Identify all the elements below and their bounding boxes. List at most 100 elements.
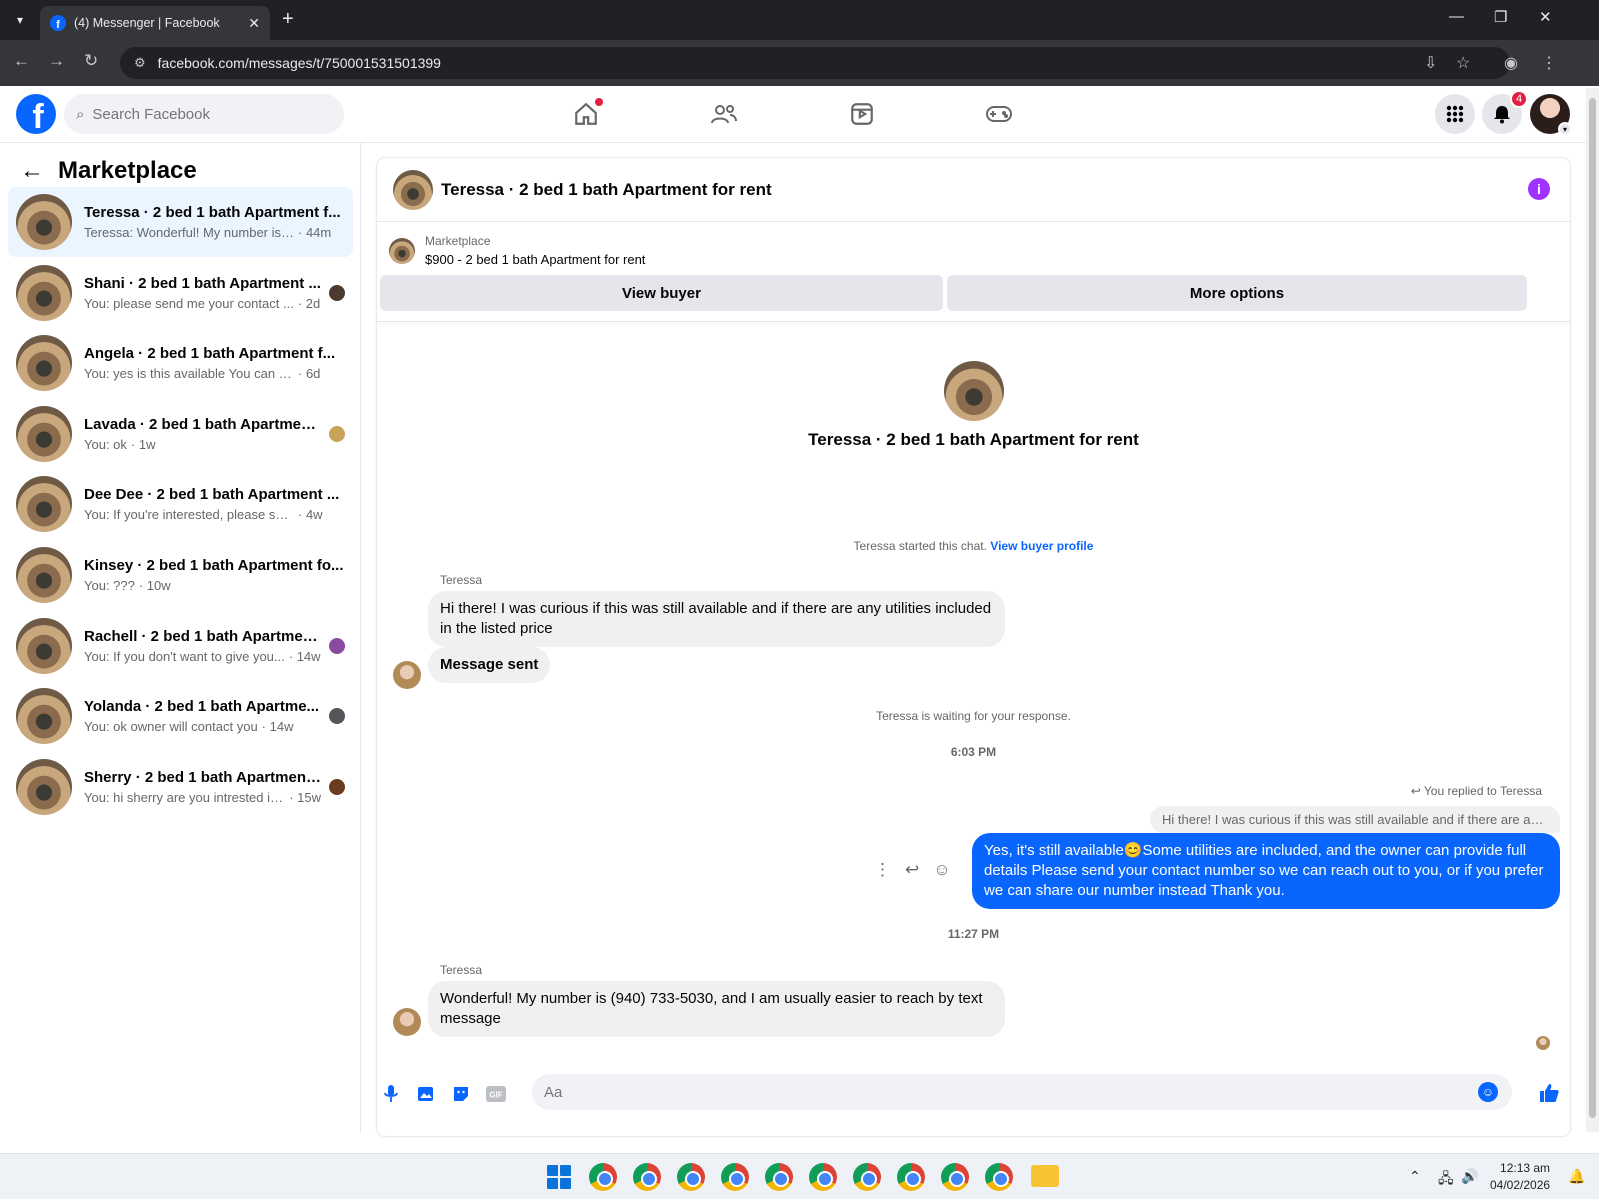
conversation-item[interactable]: Yolanda · 2 bed 1 bath Apartme... You: ok… <box>8 681 353 751</box>
conversation-snippet: You: yes is this available You can cont.… <box>84 366 294 382</box>
conversation-item[interactable]: Kinsey · 2 bed 1 bath Apartment fo... You… <box>8 540 353 610</box>
listing-thumbnail <box>16 405 72 462</box>
install-app-icon[interactable]: ⇩ <box>1424 53 1437 73</box>
tab-close-icon[interactable]: ✕ <box>248 15 260 32</box>
conversation-snippet: You: ok owner will contact you <box>84 719 258 735</box>
outgoing-message[interactable]: Yes, it's still available😊Some utilities… <box>972 833 1560 909</box>
chrome-taskbar-icon[interactable] <box>809 1163 837 1191</box>
search-box[interactable]: ⌕ <box>64 94 344 134</box>
home-icon[interactable] <box>569 98 603 130</box>
chrome-taskbar-icon[interactable] <box>765 1163 793 1191</box>
bookmark-star-icon[interactable]: ☆ <box>1456 53 1470 73</box>
listing-thumbnail[interactable] <box>393 169 433 210</box>
view-buyer-button[interactable]: View buyer <box>380 275 943 311</box>
incoming-message[interactable]: Hi there! I was curious if this was stil… <box>428 591 1005 647</box>
network-icon[interactable]: 🖧 <box>1438 1168 1454 1192</box>
video-icon[interactable] <box>845 98 879 130</box>
incoming-message[interactable]: Wonderful! My number is (940) 733-5030, … <box>428 981 1005 1037</box>
page-scrollbar[interactable] <box>1586 88 1599 1132</box>
chrome-taskbar-icon[interactable] <box>897 1163 925 1191</box>
reply-arrow-icon: ↩ <box>1410 784 1424 798</box>
notification-center-icon[interactable]: 🔔 <box>1568 1168 1585 1185</box>
emoji-icon[interactable]: ☺ <box>1478 1082 1498 1102</box>
listing-thumbnail <box>16 264 72 321</box>
conversation-item[interactable]: Dee Dee · 2 bed 1 bath Apartment ... You:… <box>8 469 353 539</box>
chrome-taskbar-icon[interactable] <box>677 1163 705 1191</box>
chrome-taskbar-icon[interactable] <box>633 1163 661 1191</box>
chrome-taskbar-icon[interactable] <box>985 1163 1013 1191</box>
listing-thumbnail <box>16 194 72 250</box>
forward-icon[interactable]: → <box>48 51 65 71</box>
tray-overflow-icon[interactable]: ⌃ <box>1409 1168 1421 1185</box>
windows-start-icon[interactable] <box>547 1165 571 1189</box>
restore-icon[interactable]: ❐ <box>1494 8 1507 26</box>
file-explorer-icon[interactable] <box>1031 1165 1059 1187</box>
back-arrow-icon[interactable]: ← <box>20 157 44 185</box>
volume-icon[interactable]: 🔊 <box>1461 1168 1478 1185</box>
more-options-button[interactable]: More options <box>947 275 1527 311</box>
marketplace-listing-row[interactable]: Marketplace $900 - 2 bed 1 bath Apartmen… <box>389 234 645 267</box>
home-notification-dot <box>595 98 603 106</box>
microphone-icon[interactable] <box>381 1084 401 1104</box>
photo-icon[interactable] <box>416 1084 436 1104</box>
gif-icon[interactable]: GIF <box>486 1084 506 1104</box>
timestamp: 6:03 PM <box>950 745 997 759</box>
reply-icon[interactable]: ↩ <box>905 860 919 880</box>
gaming-icon[interactable] <box>982 98 1016 130</box>
tab-list-button[interactable]: ▾ <box>8 8 32 32</box>
back-icon[interactable]: ← <box>13 51 30 71</box>
like-thumbs-up-icon[interactable] <box>1538 1082 1560 1110</box>
friends-icon[interactable] <box>707 98 741 130</box>
conversation-item[interactable]: Angela · 2 bed 1 bath Apartment f... You:… <box>8 328 353 398</box>
listing-thumbnail <box>16 688 72 745</box>
account-avatar[interactable]: ▾ <box>1530 94 1572 136</box>
chrome-taskbar-icon[interactable] <box>721 1163 749 1191</box>
chrome-taskbar-icon[interactable] <box>853 1163 881 1191</box>
conversation-name: Dee Dee · 2 bed 1 bath Apartment ... <box>84 486 340 504</box>
minimize-icon[interactable]: — <box>1449 8 1464 25</box>
conversation-item[interactable]: Teressa · 2 bed 1 bath Apartment f... Ter… <box>8 187 353 257</box>
conversation-time: · 10w <box>138 578 171 593</box>
profile-icon[interactable]: ◉ <box>1504 53 1518 73</box>
reload-icon[interactable]: ↻ <box>84 51 98 71</box>
chrome-taskbar-icon[interactable] <box>941 1163 969 1191</box>
conversation-item[interactable]: Shani · 2 bed 1 bath Apartment ... You: p… <box>8 258 353 328</box>
sender-avatar[interactable] <box>393 661 421 689</box>
search-input[interactable] <box>92 105 313 123</box>
browser-menu-icon[interactable]: ⋮ <box>1541 53 1557 73</box>
seen-avatar <box>329 284 345 301</box>
reply-label-text: You replied to Teressa <box>1423 784 1542 798</box>
intro-listing-avatar <box>944 361 1004 421</box>
more-actions-icon[interactable]: ⋮ <box>874 860 891 880</box>
conversation-time: · 14w <box>288 648 321 664</box>
site-info-icon[interactable]: ⚙ <box>134 55 146 71</box>
incoming-message[interactable]: Message sent <box>428 647 551 683</box>
tab-title: (4) Messenger | Facebook <box>74 16 220 30</box>
message-input-box[interactable]: ☺ <box>532 1074 1512 1110</box>
conversation-item[interactable]: Rachell · 2 bed 1 bath Apartmen... You: I… <box>8 611 353 681</box>
system-clock[interactable]: 12:13 am 04/02/2026 <box>1490 1160 1550 1194</box>
browser-tab[interactable]: f (4) Messenger | Facebook ✕ <box>40 6 270 40</box>
facebook-logo-icon[interactable]: f <box>16 94 56 134</box>
chrome-taskbar-icon[interactable] <box>589 1163 617 1191</box>
scrollbar-thumb[interactable] <box>1589 98 1596 1118</box>
listing-thumbnail <box>16 335 72 392</box>
conversation-item[interactable]: Sherry · 2 bed 1 bath Apartment... You: h… <box>8 752 353 822</box>
conversation-snippet: You: please send me your contact ... <box>84 295 294 311</box>
new-tab-icon[interactable]: + <box>282 8 294 31</box>
close-window-icon[interactable]: ✕ <box>1539 8 1552 26</box>
omnibox[interactable]: ⚙ facebook.com/messages/t/75000153150139… <box>120 47 1510 79</box>
chat-title[interactable]: Teressa · 2 bed 1 bath Apartment for ren… <box>441 180 772 200</box>
message-input[interactable] <box>544 1083 1444 1101</box>
menu-grid-icon[interactable] <box>1435 94 1475 134</box>
quoted-message[interactable]: Hi there! I was curious if this was stil… <box>1150 806 1560 833</box>
chat-panel: Teressa · 2 bed 1 bath Apartment for ren… <box>377 158 1570 1136</box>
sticker-icon[interactable] <box>451 1084 471 1104</box>
conversation-item[interactable]: Lavada · 2 bed 1 bath Apartmen... You: ok… <box>8 399 353 469</box>
react-emoji-icon[interactable]: ☺ <box>933 860 950 880</box>
notifications-bell-icon[interactable]: 4 <box>1482 90 1528 134</box>
info-icon[interactable]: i <box>1528 178 1550 200</box>
listing-small-thumbnail <box>389 237 415 264</box>
sender-avatar[interactable] <box>393 1008 421 1036</box>
view-buyer-profile-link[interactable]: View buyer profile <box>990 539 1093 553</box>
